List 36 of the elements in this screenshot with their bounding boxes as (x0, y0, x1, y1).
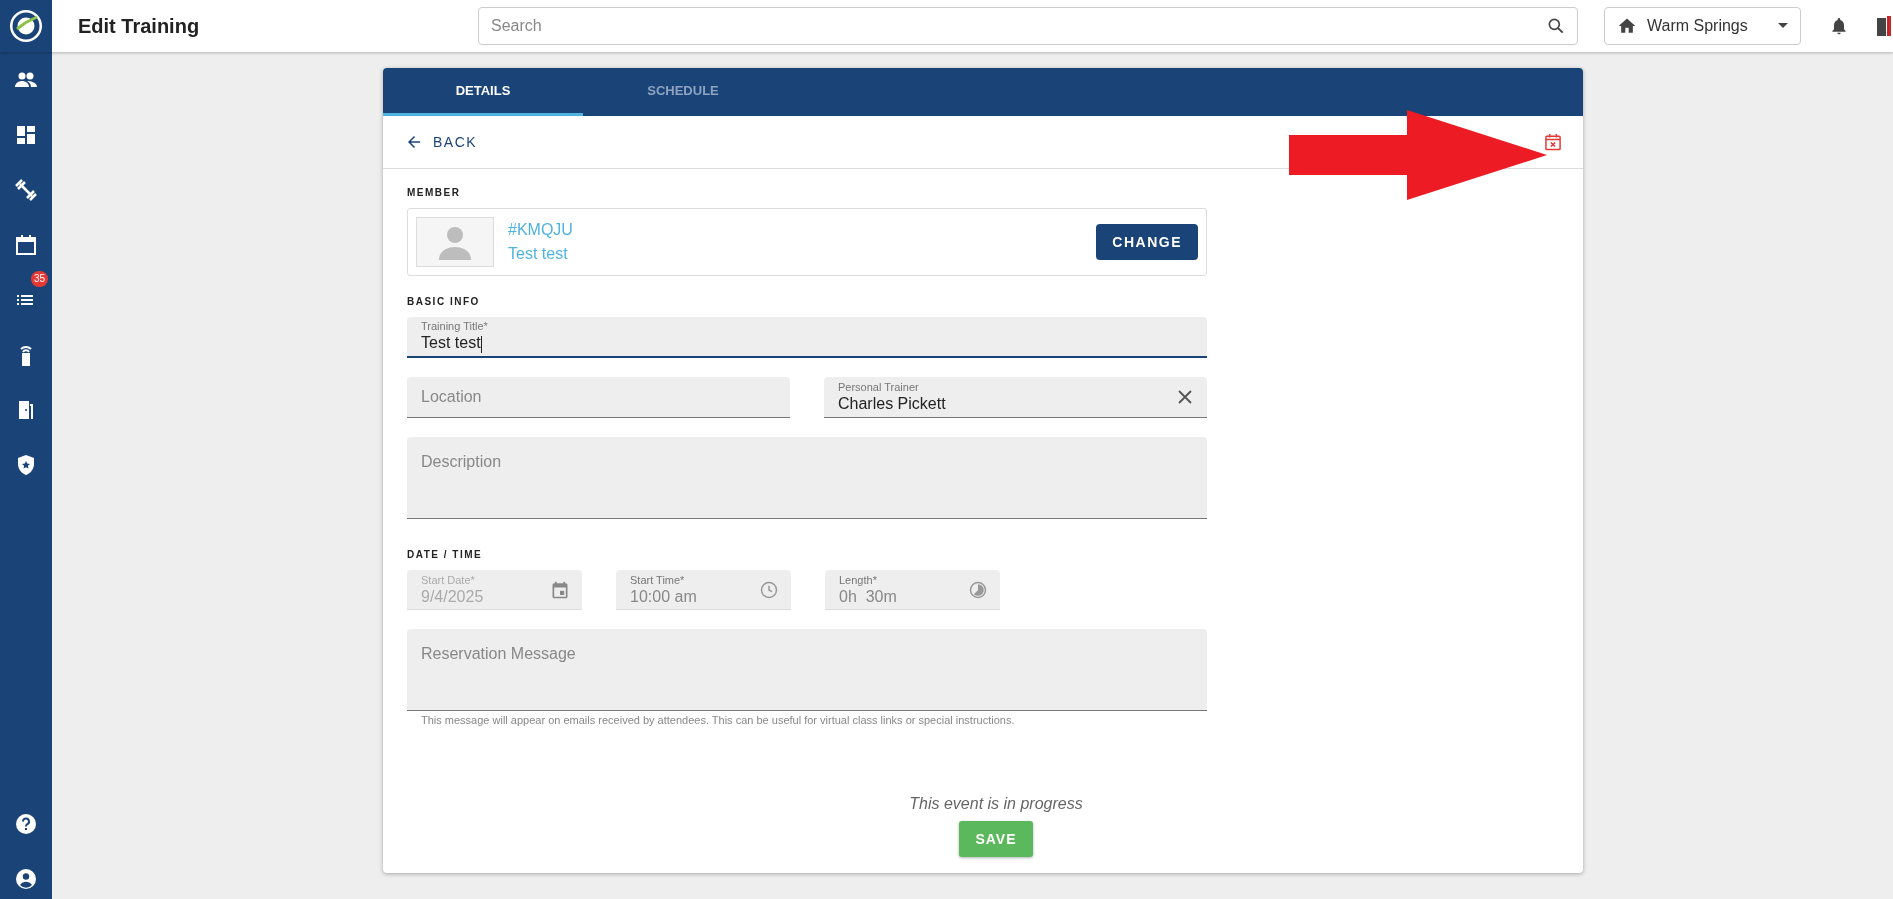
text-area[interactable]: Description (407, 437, 1207, 519)
search-field[interactable]: Search (478, 7, 1578, 45)
tab[interactable]: SCHEDULE (583, 68, 783, 116)
calendar-icon[interactable] (14, 233, 38, 257)
clear-icon[interactable] (1177, 389, 1193, 405)
section-heading: DATE / TIME (407, 549, 484, 560)
logo-icon[interactable] (0, 0, 52, 52)
help-icon[interactable] (14, 812, 38, 836)
dumbbell-icon[interactable] (14, 178, 38, 202)
account-icon[interactable] (14, 867, 38, 891)
bell-icon[interactable] (1829, 16, 1849, 36)
page-title: Edit Training (78, 14, 201, 38)
member-name[interactable]: Test test (508, 242, 1083, 266)
search-icon[interactable] (1546, 16, 1566, 36)
home-icon (1617, 16, 1637, 36)
input-field[interactable]: Start Time* 10:00 am (616, 570, 791, 610)
count-badge: 35 (31, 271, 49, 287)
save-button[interactable]: SAVE (959, 821, 1033, 857)
input-field[interactable]: Personal Trainer Charles Pickett (824, 377, 1207, 418)
tab[interactable]: DETAILS (383, 68, 583, 116)
input-field[interactable]: Length* 0h 30m (825, 570, 1000, 610)
location-select[interactable]: Warm Springs (1604, 7, 1801, 45)
calendar-cancel-icon[interactable] (1543, 132, 1563, 152)
input-field[interactable]: Training Title* Test test (407, 317, 1207, 358)
caret-icon (1778, 23, 1788, 29)
input-field[interactable]: Location (407, 377, 790, 418)
text-area[interactable]: Reservation Message (407, 629, 1207, 711)
status-message: This event is in progress (909, 795, 1083, 813)
member-code[interactable]: #KMQJU (508, 218, 1083, 242)
helper-text: This message will appear on emails received by attendees. This can be useful for virtual class links or special instructions. (420, 713, 1016, 728)
change-button[interactable]: CHANGE (1096, 224, 1198, 260)
section-heading: BASIC INFO (407, 296, 481, 307)
back-link[interactable]: BACK (405, 133, 478, 151)
section-heading: MEMBER (407, 187, 462, 198)
dashboard-icon[interactable] (14, 123, 38, 147)
avatar-icon (416, 217, 494, 267)
